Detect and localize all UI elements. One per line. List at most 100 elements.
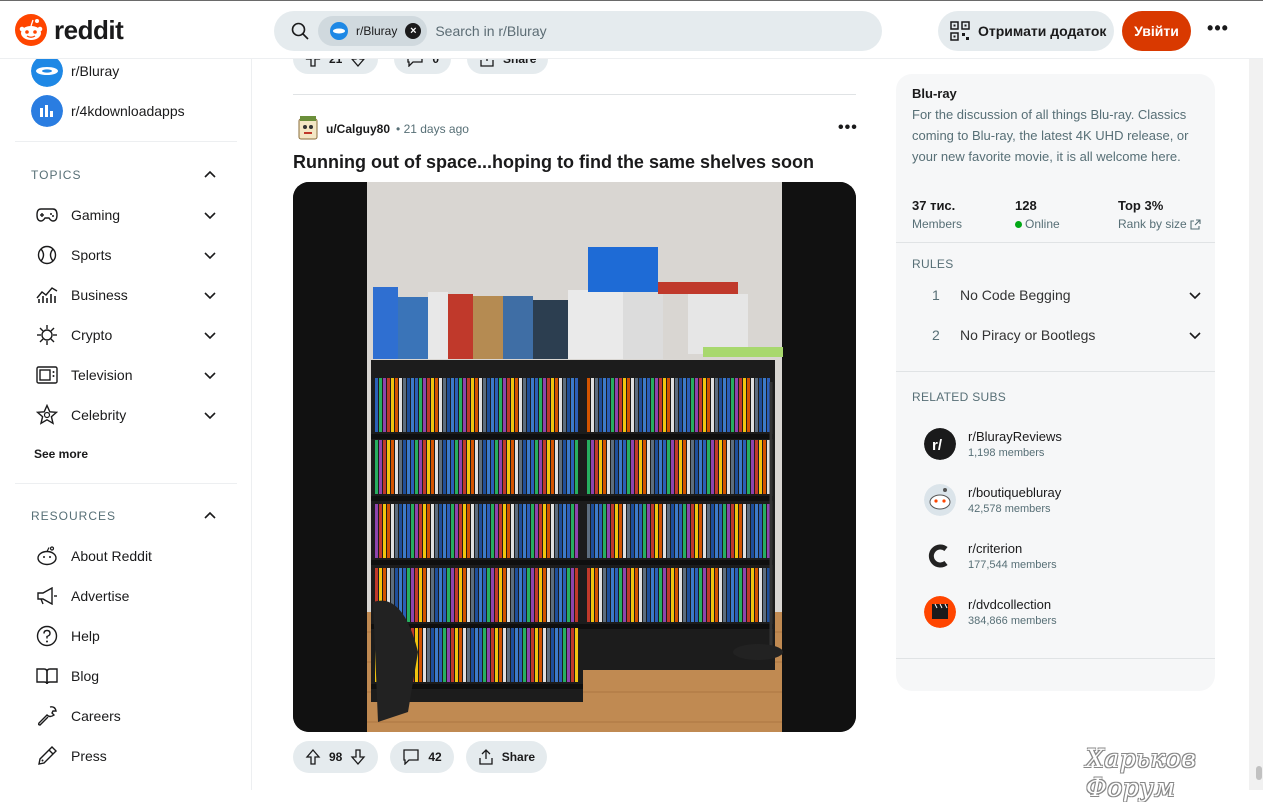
- related-sub-members: 1,198 members: [968, 447, 1045, 459]
- shelf-spine: [611, 504, 614, 558]
- shelf-spine: [599, 568, 602, 622]
- shelf-spine: [651, 440, 654, 494]
- shelf-spine: [411, 378, 414, 432]
- more-options-icon[interactable]: •••: [1204, 17, 1232, 45]
- shelf-spine: [427, 628, 430, 682]
- sidebar-item-celebrity[interactable]: Celebrity: [31, 395, 221, 435]
- shelf-spine: [491, 504, 494, 558]
- shelf-spine: [439, 628, 442, 682]
- sidebar-sub-bluray[interactable]: r/Bluray: [31, 59, 119, 87]
- get-app-button[interactable]: Отримати додаток: [938, 11, 1114, 51]
- shelf-spine: [759, 378, 762, 432]
- shelf-spine: [663, 504, 666, 558]
- post-image[interactable]: [293, 182, 856, 732]
- shelf-spine: [631, 504, 634, 558]
- reddit-logo[interactable]: reddit: [15, 14, 124, 46]
- related-sub-item[interactable]: r/ r/BlurayReviews 1,198 members: [924, 428, 1062, 460]
- related-sub-item[interactable]: r/criterion 177,544 members: [924, 540, 1057, 572]
- shelf-spine: [667, 378, 670, 432]
- login-button[interactable]: Увійти: [1122, 11, 1191, 51]
- rule-item[interactable]: 1 No Code Begging: [932, 275, 1202, 315]
- shelf-spine: [443, 568, 446, 622]
- vote-control[interactable]: 98: [293, 741, 379, 773]
- post-title[interactable]: Running out of space...hoping to find th…: [293, 152, 814, 173]
- sidebar-item-blog[interactable]: Blog: [31, 656, 221, 696]
- clear-chip-icon[interactable]: ×: [405, 23, 422, 39]
- sidebar-item-advertise[interactable]: Advertise: [31, 576, 221, 616]
- related-sub-item[interactable]: r/boutiquebluray 42,578 members: [924, 484, 1061, 516]
- shelf-spine: [463, 440, 466, 494]
- left-sidebar: r/Bluray r/4kdownloadapps TOPICS Gaming …: [0, 59, 252, 790]
- shelf-spine: [487, 504, 490, 558]
- rank-stat[interactable]: Top 3% Rank by size: [1118, 198, 1201, 231]
- related-sub-members: 384,866 members: [968, 615, 1057, 627]
- shelf-spine: [431, 628, 434, 682]
- shelf-spine: [555, 440, 558, 494]
- downvote-icon[interactable]: [350, 749, 366, 765]
- share-button[interactable]: Share: [465, 741, 548, 773]
- related-sub-members: 177,544 members: [968, 559, 1057, 571]
- search-community-chip[interactable]: r/Bluray ×: [318, 16, 428, 46]
- chevron-up-icon[interactable]: [203, 509, 217, 523]
- sidebar-item-crypto[interactable]: Crypto: [31, 315, 221, 355]
- sidebar-item-press[interactable]: Press: [31, 736, 221, 776]
- shelf-spine: [475, 378, 478, 432]
- shelf-spine: [639, 504, 642, 558]
- comments-button[interactable]: 42: [390, 741, 454, 773]
- post-menu-icon[interactable]: •••: [838, 119, 858, 137]
- shelf-spine: [427, 568, 430, 622]
- chevron-up-icon[interactable]: [203, 168, 217, 182]
- shelf-spine: [543, 378, 546, 432]
- sidebar-item-help[interactable]: Help: [31, 616, 221, 656]
- shelf-spine: [535, 568, 538, 622]
- shelf-spine: [679, 568, 682, 622]
- shelf-spine: [563, 568, 566, 622]
- shelf-spine: [619, 568, 622, 622]
- shelf-spine: [743, 440, 746, 494]
- shelf-spine: [751, 440, 754, 494]
- see-more-link[interactable]: See more: [34, 447, 88, 461]
- sidebar-item-about-reddit[interactable]: About Reddit: [31, 536, 221, 576]
- shelf-spine: [467, 440, 470, 494]
- shelf-spine: [439, 440, 442, 494]
- shelf-spine: [671, 568, 674, 622]
- user-avatar[interactable]: [296, 115, 320, 143]
- qr-code-icon: [950, 21, 970, 41]
- shelf-spine: [715, 568, 718, 622]
- search-bar[interactable]: r/Bluray × Search in r/Bluray: [274, 11, 882, 51]
- related-sub-item[interactable]: r/dvdcollection 384,866 members: [924, 596, 1057, 628]
- shelf-spine: [687, 504, 690, 558]
- shelf-spine: [423, 378, 426, 432]
- sidebar-sub-4kdownloadapps[interactable]: r/4kdownloadapps: [31, 95, 185, 127]
- sidebar-item-business[interactable]: Business: [31, 275, 221, 315]
- shelf-spine: [475, 504, 478, 558]
- sidebar-item-sports[interactable]: Sports: [31, 235, 221, 275]
- shelf-spine: [547, 628, 550, 682]
- shelf-spine: [675, 378, 678, 432]
- sidebar-item-gaming[interactable]: Gaming: [31, 195, 221, 235]
- chart-icon: [35, 283, 59, 307]
- shelf-spine: [499, 628, 502, 682]
- shelf-spine: [551, 568, 554, 622]
- shelf-spine: [459, 504, 462, 558]
- shelf-spine: [479, 440, 482, 494]
- shelf-spine: [411, 568, 414, 622]
- shelf-spine: [471, 440, 474, 494]
- page-scrollbar[interactable]: [1249, 59, 1263, 790]
- upvote-icon[interactable]: [305, 749, 321, 765]
- rule-item[interactable]: 2 No Piracy or Bootlegs: [932, 315, 1202, 355]
- sidebar-item-television[interactable]: Television: [31, 355, 221, 395]
- shelf-spine: [603, 378, 606, 432]
- shelf-spine: [435, 628, 438, 682]
- post-author[interactable]: u/Calguy80: [326, 122, 390, 136]
- search-input[interactable]: Search in r/Bluray: [435, 23, 546, 39]
- shelf-spine: [435, 568, 438, 622]
- shelf-spine: [663, 440, 666, 494]
- sidebar-item-careers[interactable]: Careers: [31, 696, 221, 736]
- shelf-spine: [739, 440, 742, 494]
- shelf-spine: [575, 628, 578, 682]
- shelf-spine: [419, 378, 422, 432]
- shelf-spine: [503, 378, 506, 432]
- shelf-spine: [399, 504, 402, 558]
- shelf-spine: [515, 504, 518, 558]
